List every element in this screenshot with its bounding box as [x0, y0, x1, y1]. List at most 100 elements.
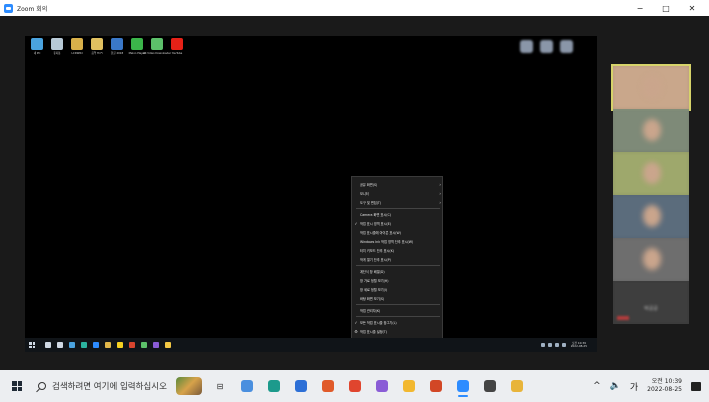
shared-taskbar: 오전 10:39 2022-08-25: [25, 338, 597, 352]
edge-icon[interactable]: [81, 342, 87, 348]
windows-taskbar: 검색하려면 여기에 입력하십시오 ⊟ ^ 🔈 가 오전 10:39 2022-0…: [0, 370, 709, 402]
zoom-icon[interactable]: [457, 380, 469, 397]
taskbar-clock[interactable]: 오전 10:39 2022-08-25: [647, 378, 682, 394]
edge-icon[interactable]: [268, 380, 280, 392]
desktop-icon-label: 내 PC: [33, 52, 41, 55]
shared-clock: 오전 10:39 2022-08-25: [571, 341, 587, 348]
obs-icon[interactable]: [484, 380, 496, 392]
participant-thumbnail[interactable]: [611, 64, 691, 111]
youtube-icon: [171, 38, 183, 50]
explorer-icon[interactable]: [105, 342, 111, 348]
context-menu-item[interactable]: 작업 관리자(K): [352, 306, 444, 314]
checkmark-icon: ✓: [354, 319, 358, 325]
taskbar-search-box[interactable]: 검색하려면 여기에 입력하십시오: [38, 380, 168, 392]
desktop-icon[interactable]: LCDWIKI: [69, 36, 85, 66]
participant-face: [643, 248, 661, 270]
tray-icon: [540, 343, 545, 347]
desktop-icon[interactable]: 음악 Hi Fi: [89, 36, 105, 66]
context-menu-item[interactable]: 작게 열기 단추 표시(P): [352, 255, 444, 263]
gear-icon: ⚙: [354, 328, 358, 334]
maximize-button[interactable]: □: [653, 0, 679, 16]
desktop-icon-label: LCDWIKI: [71, 52, 83, 55]
chrome-icon[interactable]: [241, 380, 253, 392]
context-menu-label: Camera 화면 표시(C): [360, 212, 391, 217]
desktop-icon[interactable]: 한글 2018: [109, 36, 125, 66]
notes-icon[interactable]: [165, 342, 171, 348]
search-icon[interactable]: [45, 342, 51, 348]
chevron-right-icon: ›: [439, 190, 441, 196]
context-menu-item[interactable]: 모니터 ›: [352, 189, 444, 197]
office-icon[interactable]: [129, 342, 135, 348]
windows-start-icon: [29, 342, 35, 348]
participant-thumbnail[interactable]: [613, 238, 689, 281]
context-menu-label: 작업 관리자(K): [360, 308, 381, 313]
tray-overflow-chevron-icon[interactable]: ^: [593, 381, 601, 391]
context-menu-item[interactable]: 공유 화면(S) ›: [352, 180, 444, 188]
context-menu-label: Windows Ink 작업 영역 단추 표시(W): [360, 239, 414, 244]
participant-face: [643, 162, 661, 184]
chrome-icon[interactable]: [322, 380, 334, 392]
context-menu-item[interactable]: 창 세로 정렬 보기(I): [352, 285, 444, 293]
ime-indicator[interactable]: 가: [630, 380, 638, 393]
recycle-bin-icon: [51, 38, 63, 50]
melon-icon: [131, 38, 143, 50]
app-icon[interactable]: [153, 342, 159, 348]
context-menu-label: 터치 키보드 단추 표시(K): [360, 248, 395, 253]
context-menu-item[interactable]: 도구 및 편집(T) ›: [352, 198, 444, 206]
context-menu-item[interactable]: 창 가로 정렬 보기(H): [352, 276, 444, 284]
desktop-icons: 내 PC 휴지통 LCDWIKI 음악 Hi Fi 한글 2018 Melon Playe…: [29, 36, 185, 66]
file-explorer-icon[interactable]: [511, 380, 523, 392]
volume-icon[interactable]: 🔈: [610, 381, 621, 391]
desktop-icon[interactable]: 휴지통: [49, 36, 65, 66]
participant-thumbnail[interactable]: [613, 109, 689, 152]
context-menu-item[interactable]: Camera 화면 표시(C): [352, 210, 444, 218]
chevron-right-icon: ›: [439, 181, 441, 187]
context-menu-item[interactable]: 작업 표시줄에 아이콘 표시(W): [352, 228, 444, 236]
context-menu-item[interactable]: ⚙ 작업 표시줄 설정(T): [352, 327, 444, 335]
context-menu-label: 작업 표시줄 설정(T): [360, 329, 387, 334]
context-menu-label: 공유 화면(S): [360, 182, 378, 187]
participant-thumbnail[interactable]: [613, 195, 689, 238]
participant-face: [643, 119, 661, 141]
desktop-icon[interactable]: 4K Video Downloader: [143, 36, 171, 66]
participant-face: [643, 205, 661, 227]
chevron-right-icon: ›: [439, 199, 441, 205]
task-view-icon[interactable]: ⊟: [214, 380, 226, 392]
powerpoint-icon[interactable]: [430, 380, 442, 392]
context-menu-label: 작업 표시 영역 표시(E): [360, 221, 392, 226]
office-icon[interactable]: [349, 380, 361, 392]
kakaotalk-icon[interactable]: [117, 342, 123, 348]
participant-thumbnail[interactable]: 박공공: [613, 281, 689, 324]
desktop-icon[interactable]: YouTube: [169, 36, 185, 66]
search-icon: [38, 382, 46, 390]
context-menu-item[interactable]: ✓ 모든 작업 표시줄 잠그기(L): [352, 318, 444, 326]
desktop-icon-label: 휴지통: [53, 52, 61, 55]
chrome-icon[interactable]: [69, 342, 75, 348]
zoom-icon[interactable]: [93, 342, 99, 348]
context-menu-item[interactable]: 터치 키보드 단추 표시(K): [352, 246, 444, 254]
context-menu-label: 바탕 화면 보기(S): [360, 296, 385, 301]
kakaotalk-icon[interactable]: [403, 380, 415, 392]
menu-separator: [356, 265, 440, 266]
context-menu-item[interactable]: Windows Ink 작업 영역 단추 표시(W): [352, 237, 444, 245]
context-menu-item[interactable]: 계단식 창 배열(D): [352, 267, 444, 275]
app-icon[interactable]: [295, 380, 307, 392]
notification-icon[interactable]: [691, 381, 701, 391]
windows-start-icon[interactable]: [12, 381, 22, 391]
blurred-desktop-icons: [520, 40, 573, 53]
search-highlight-icon[interactable]: [176, 377, 202, 395]
desktop-icon[interactable]: Melon Player: [129, 36, 145, 66]
participant-thumbnail[interactable]: [613, 152, 689, 195]
task-view-icon[interactable]: [57, 342, 63, 348]
tray-icon: [547, 343, 552, 347]
context-menu-label: 모니터: [360, 191, 369, 196]
desktop-icon[interactable]: 내 PC: [29, 36, 45, 66]
settings-icon[interactable]: [376, 380, 388, 392]
app-icon[interactable]: [141, 342, 147, 348]
minimize-button[interactable]: −: [627, 0, 653, 16]
close-button[interactable]: ✕: [679, 0, 705, 16]
shared-screen[interactable]: 내 PC 휴지통 LCDWIKI 음악 Hi Fi 한글 2018 Melon Playe…: [25, 36, 597, 352]
context-menu-label: 작게 열기 단추 표시(P): [360, 257, 391, 262]
context-menu-item[interactable]: ✓ 작업 표시 영역 표시(E): [352, 219, 444, 227]
context-menu-item[interactable]: 바탕 화면 보기(S): [352, 294, 444, 302]
